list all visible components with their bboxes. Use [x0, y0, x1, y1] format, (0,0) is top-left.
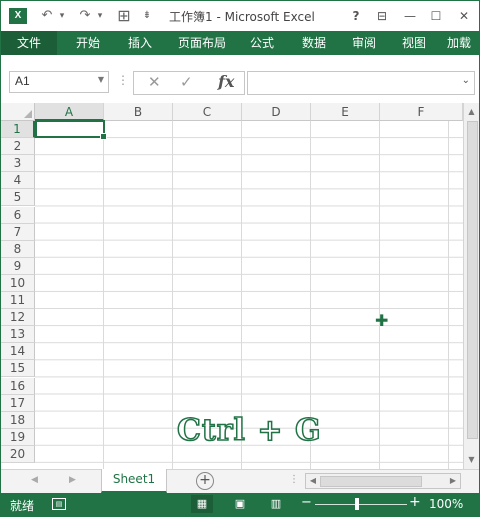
- name-box-value: A1: [15, 74, 30, 88]
- row-header-6[interactable]: 6: [1, 206, 35, 224]
- horizontal-scroll-thumb[interactable]: [320, 476, 422, 487]
- vertical-scroll-thumb[interactable]: [467, 121, 478, 439]
- column-header-c[interactable]: C: [173, 103, 242, 121]
- vertical-scrollbar[interactable]: ▲ ▼: [463, 103, 479, 469]
- macro-record-icon[interactable]: ▤: [52, 498, 66, 510]
- minimize-button[interactable]: —: [399, 6, 421, 26]
- tab-insert[interactable]: 插入: [117, 31, 163, 55]
- shortcut-overlay: Ctrl + G: [176, 412, 322, 449]
- tab-view[interactable]: 视图: [391, 31, 437, 55]
- row-header-9[interactable]: 9: [1, 257, 35, 275]
- normal-view-button[interactable]: ▦: [191, 495, 213, 513]
- tab-home[interactable]: 开始: [65, 31, 111, 55]
- scroll-down-icon[interactable]: ▼: [464, 453, 479, 467]
- row-header-7[interactable]: 7: [1, 223, 35, 241]
- formula-input[interactable]: ⌄: [247, 71, 475, 95]
- row-header-13[interactable]: 13: [1, 326, 35, 344]
- sheet-tab-sheet1[interactable]: Sheet1: [101, 469, 167, 493]
- worksheet-grid[interactable]: ABCDEF 1 2 3 4 5 6 7 8 9 10 11 12 13 14 15 16 17 18 19 20 ✚…: [1, 103, 463, 469]
- row-header-3[interactable]: 3: [1, 155, 35, 173]
- page-layout-view-button[interactable]: ▣: [229, 495, 251, 513]
- column-header-a[interactable]: A: [35, 103, 104, 121]
- redo-icon[interactable]: ↷: [77, 7, 93, 25]
- excel-window: X ↶ ▾ ↷ ▾ ⊞ ⇟ 工作簿1 - Microsoft Excel ? ⊟…: [0, 0, 480, 517]
- sheet-tabs-bar: ◀ ▶ Sheet1 + ⋮ ◀ ▶: [1, 469, 479, 493]
- row-header-17[interactable]: 17: [1, 394, 35, 412]
- maximize-button[interactable]: ☐: [425, 6, 447, 26]
- column-header-b[interactable]: B: [104, 103, 173, 121]
- zoom-slider-thumb[interactable]: [355, 498, 359, 510]
- prev-sheet-icon[interactable]: ◀: [31, 475, 38, 485]
- zoom-in-button[interactable]: +: [409, 494, 421, 510]
- close-button[interactable]: ✕: [453, 6, 475, 26]
- scroll-right-icon[interactable]: ▶: [447, 474, 459, 488]
- horizontal-scrollbar[interactable]: ◀ ▶: [305, 473, 461, 489]
- tab-data[interactable]: 数据: [291, 31, 337, 55]
- row-header-20[interactable]: 20: [1, 445, 35, 463]
- row-header-16[interactable]: 16: [1, 377, 35, 395]
- tab-formulas[interactable]: 公式: [239, 31, 285, 55]
- row-header-5[interactable]: 5: [1, 189, 35, 207]
- tab-page-layout[interactable]: 页面布局: [171, 31, 233, 55]
- enter-icon[interactable]: ✓: [180, 73, 193, 91]
- zoom-out-button[interactable]: −: [301, 495, 312, 510]
- row-header-14[interactable]: 14: [1, 343, 35, 361]
- active-cell[interactable]: [35, 120, 107, 140]
- row-header-18[interactable]: 18: [1, 411, 35, 429]
- table-icon[interactable]: ⊞: [115, 7, 133, 25]
- name-box[interactable]: A1 ▼: [9, 71, 109, 93]
- row-header-15[interactable]: 15: [1, 360, 35, 378]
- cell-cursor-icon: ✚: [375, 311, 389, 330]
- status-bar: 就绪 ▤ ▦ ▣ ▥ − + 100%: [1, 493, 479, 516]
- zoom-slider[interactable]: [315, 504, 407, 505]
- tab-split-grip-icon[interactable]: ⋮: [289, 474, 299, 485]
- row-header-10[interactable]: 10: [1, 274, 35, 292]
- row-header-19[interactable]: 19: [1, 428, 35, 446]
- zoom-level[interactable]: 100%: [429, 497, 463, 511]
- select-all-button[interactable]: [1, 103, 35, 121]
- scroll-up-icon[interactable]: ▲: [464, 105, 479, 119]
- row-header-11[interactable]: 11: [1, 292, 35, 310]
- name-box-dropdown-icon[interactable]: ▼: [98, 75, 104, 84]
- undo-dropdown-icon[interactable]: ▾: [57, 7, 67, 25]
- help-button[interactable]: ?: [345, 6, 367, 26]
- redo-dropdown-icon[interactable]: ▾: [95, 7, 105, 25]
- expand-formula-bar-icon[interactable]: ⌄: [462, 75, 470, 86]
- row-header-2[interactable]: 2: [1, 138, 35, 156]
- row-header-1[interactable]: 1: [1, 121, 35, 139]
- formula-bar: A1 ▼ ⋮ ✕ ✓ fx ⌄: [1, 55, 479, 104]
- column-header-e[interactable]: E: [311, 103, 380, 121]
- title-bar: X ↶ ▾ ↷ ▾ ⊞ ⇟ 工作簿1 - Microsoft Excel ? ⊟…: [1, 1, 479, 31]
- cancel-icon[interactable]: ✕: [148, 73, 161, 91]
- customize-toolbar-icon[interactable]: ⇟: [141, 7, 153, 25]
- page-break-view-button[interactable]: ▥: [265, 495, 287, 513]
- ribbon-tabs: 文件 开始 插入 页面布局 公式 数据 审阅 视图 加载: [1, 31, 479, 55]
- next-sheet-icon[interactable]: ▶: [69, 475, 76, 485]
- row-header-12[interactable]: 12: [1, 309, 35, 327]
- row-header-8[interactable]: 8: [1, 240, 35, 258]
- scroll-left-icon[interactable]: ◀: [307, 474, 319, 488]
- formula-bar-grip-icon[interactable]: ⋮: [117, 73, 129, 87]
- column-header-d[interactable]: D: [242, 103, 311, 121]
- column-header-f[interactable]: F: [380, 103, 463, 121]
- window-title: 工作簿1 - Microsoft Excel: [169, 10, 315, 24]
- tab-review[interactable]: 审阅: [341, 31, 387, 55]
- formula-buttons: ✕ ✓ fx: [133, 71, 245, 95]
- status-ready: 就绪: [10, 499, 35, 513]
- excel-logo-icon: X: [9, 8, 27, 24]
- ribbon-display-button[interactable]: ⊟: [371, 6, 393, 26]
- add-sheet-button[interactable]: +: [196, 472, 214, 490]
- tab-addins[interactable]: 加载: [447, 31, 479, 55]
- row-header-4[interactable]: 4: [1, 172, 35, 190]
- tab-file[interactable]: 文件: [1, 31, 57, 55]
- insert-function-icon[interactable]: fx: [218, 72, 234, 91]
- undo-icon[interactable]: ↶: [39, 7, 55, 25]
